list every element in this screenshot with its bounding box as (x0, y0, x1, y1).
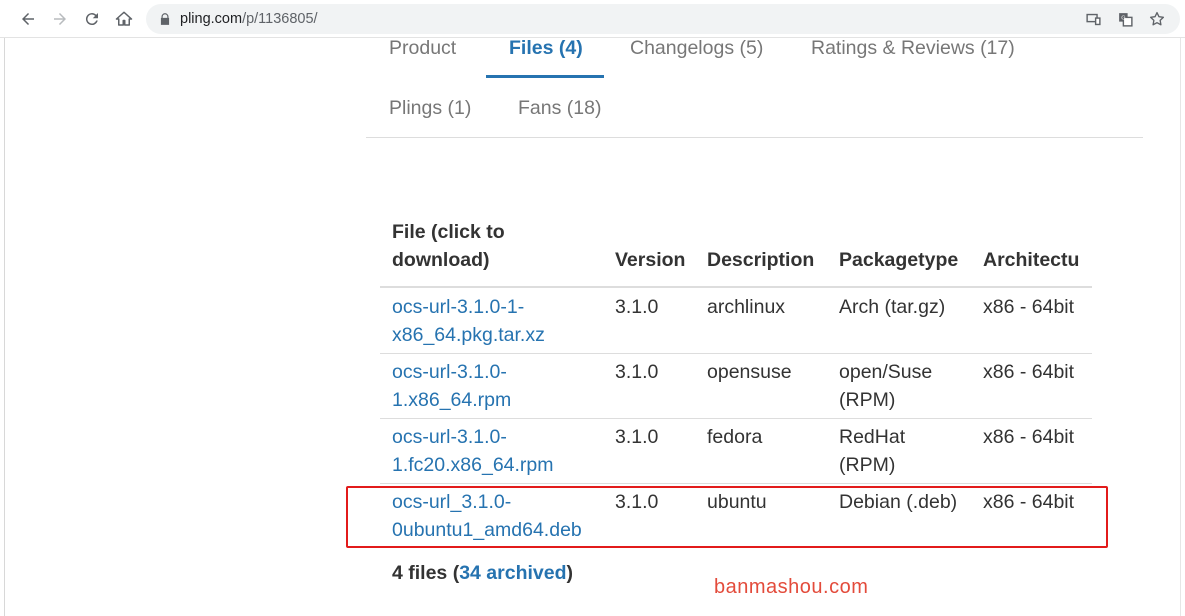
file-packagetype: Arch (tar.gz) (839, 296, 946, 318)
file-version: 3.1.0 (615, 426, 659, 448)
lock-icon (160, 13, 170, 25)
archived-files-link[interactable]: 34 archived (459, 562, 566, 584)
file-description: archlinux (707, 296, 786, 318)
file-architecture: x86 - 64bit (983, 361, 1075, 383)
file-architecture: x86 - 64bit (983, 296, 1075, 318)
translate-icon[interactable]: G (1116, 10, 1134, 28)
arrow-left-icon (22, 13, 34, 25)
page-border-left (4, 38, 5, 616)
watermark-text: banmashou.com (714, 576, 869, 598)
tab-files[interactable]: Files (4) (509, 37, 583, 60)
tab-fans[interactable]: Fans (18) (518, 97, 601, 120)
svg-text:G: G (1121, 15, 1125, 21)
cast-icon[interactable] (1084, 10, 1102, 28)
table-row-divider (380, 483, 1092, 484)
file-download-link[interactable]: ocs-url-3.1.0-1- x86_64.pkg.tar.xz (392, 293, 545, 349)
url-text[interactable]: pling.com/p/1136805/ (180, 11, 318, 27)
tab-ratings-reviews[interactable]: Ratings & Reviews (17) (811, 37, 1015, 60)
reload-icon (85, 13, 98, 26)
column-header-architecture: Architectu (983, 249, 1080, 271)
column-header-version: Version (615, 249, 686, 271)
page-border-right (1180, 38, 1181, 616)
home-button[interactable] (113, 8, 135, 30)
tab-plings[interactable]: Plings (1) (389, 97, 471, 120)
file-packagetype: RedHat (RPM) (839, 426, 906, 476)
arrow-right-icon (54, 13, 66, 25)
file-description: fedora (707, 426, 763, 448)
active-tab-indicator (486, 75, 604, 78)
home-icon (115, 11, 133, 26)
address-bar[interactable]: pling.com/p/1136805/ G (146, 4, 1180, 34)
table-row-divider (380, 353, 1092, 354)
file-architecture: x86 - 64bit (983, 426, 1075, 448)
file-download-link[interactable]: ocs-url-3.1.0- 1.x86_64.rpm (392, 358, 511, 414)
reload-button[interactable] (81, 8, 103, 30)
back-button[interactable] (17, 8, 39, 30)
browser-toolbar: pling.com/p/1136805/ G (0, 0, 1185, 38)
column-header-description: Description (707, 249, 815, 271)
file-version: 3.1.0 (615, 296, 659, 318)
tab-changelogs[interactable]: Changelogs (5) (630, 37, 763, 60)
forward-button[interactable] (49, 8, 71, 30)
bookmark-star-icon[interactable] (1148, 10, 1166, 28)
file-description: opensuse (707, 361, 792, 383)
table-header-divider (380, 286, 1092, 288)
tab-product[interactable]: Product (389, 37, 456, 60)
file-packagetype: open/Suse (RPM) (839, 361, 933, 411)
highlight-annotation-box (346, 486, 1108, 548)
column-header-file: File (click to download) (392, 221, 505, 271)
files-summary: 4 files (34 archived) (392, 562, 574, 584)
column-header-packagetype: Packagetype (839, 249, 959, 271)
file-download-link[interactable]: ocs-url-3.1.0- 1.fc20.x86_64.rpm (392, 423, 554, 479)
file-version: 3.1.0 (615, 361, 659, 383)
table-row-divider (380, 418, 1092, 419)
